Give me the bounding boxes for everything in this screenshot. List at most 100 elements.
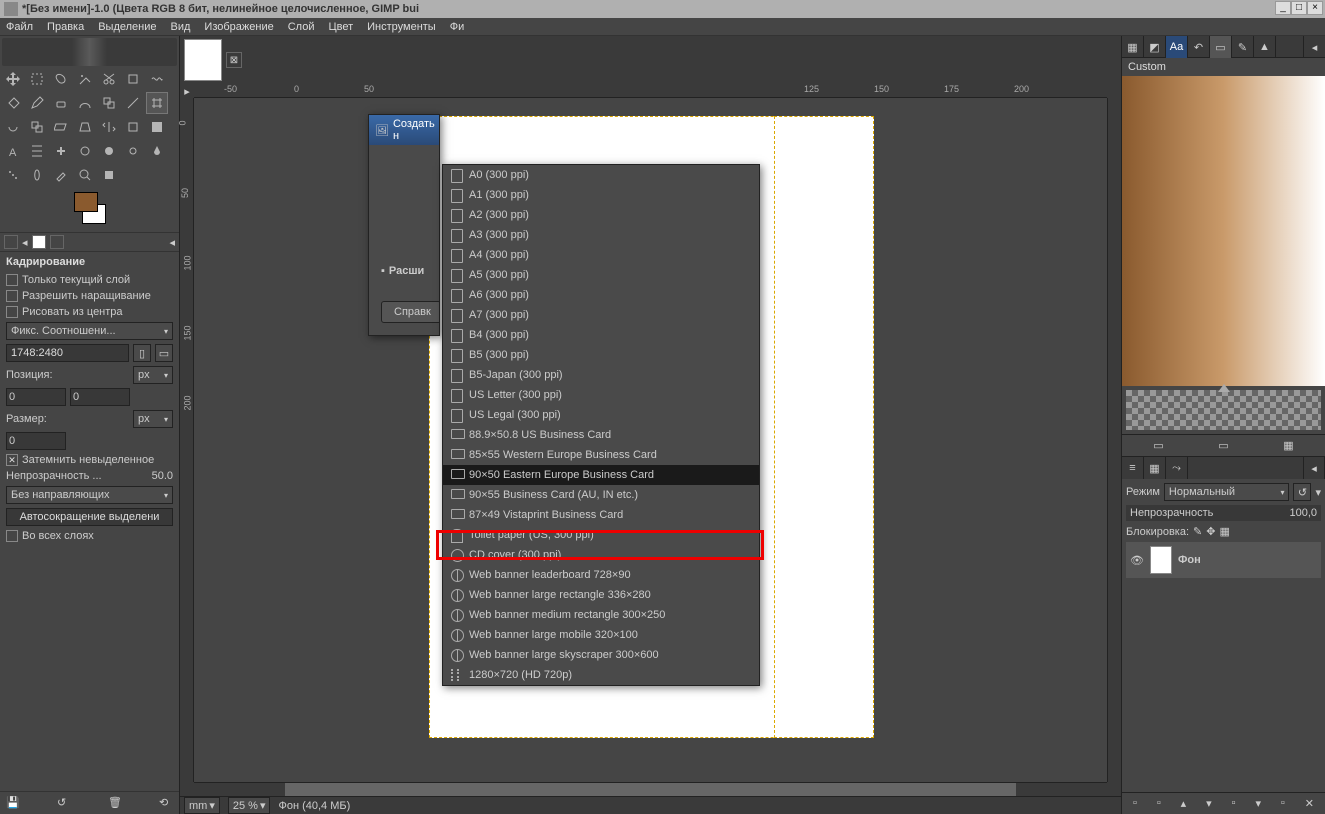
tool-text[interactable]: A: [2, 140, 24, 162]
tab-gradients[interactable]: ▭: [1210, 36, 1232, 58]
tab-images[interactable]: [50, 235, 64, 249]
tool-measure[interactable]: [122, 92, 144, 114]
template-item[interactable]: Web banner medium rectangle 300×250: [443, 605, 759, 625]
val-opacity[interactable]: 50.0: [152, 470, 173, 482]
ruler-corner[interactable]: ▸: [180, 84, 194, 98]
template-item[interactable]: A6 (300 ppi): [443, 285, 759, 305]
scrollbar-vertical[interactable]: [1107, 98, 1121, 782]
tool-airbrush[interactable]: [2, 164, 24, 186]
tab-menu-top[interactable]: ◂: [1303, 36, 1325, 58]
tool-dodge[interactable]: [122, 140, 144, 162]
template-item[interactable]: Web banner large mobile 320×100: [443, 625, 759, 645]
layer-merge-icon[interactable]: ▾: [1255, 797, 1261, 810]
tab-fonts[interactable]: Aa: [1166, 36, 1188, 58]
input-pos-x[interactable]: 0: [6, 388, 66, 406]
menu-image[interactable]: Изображение: [204, 21, 273, 33]
tool-zoom[interactable]: [74, 164, 96, 186]
nav-preview-icon[interactable]: [1107, 782, 1121, 796]
ruler-vertical[interactable]: 0 50 100 150 200: [180, 98, 194, 782]
scrollbar-horizontal[interactable]: [194, 782, 1107, 796]
tool-heal[interactable]: [50, 140, 72, 162]
template-item[interactable]: Web banner leaderboard 728×90: [443, 565, 759, 585]
btn-autoshrink[interactable]: Автосокращение выделени: [6, 508, 173, 526]
tool-bucket[interactable]: [2, 92, 24, 114]
chk-draw-center[interactable]: [6, 306, 18, 318]
template-item[interactable]: US Letter (300 ppi): [443, 385, 759, 405]
template-item[interactable]: B5 (300 ppi): [443, 345, 759, 365]
template-item[interactable]: 88.9×50.8 US Business Card: [443, 425, 759, 445]
chk-all-layers[interactable]: [6, 530, 18, 542]
menu-layer[interactable]: Слой: [288, 21, 315, 33]
template-item[interactable]: 87×49 Vistaprint Business Card: [443, 505, 759, 525]
close-button[interactable]: ×: [1307, 1, 1323, 15]
template-item[interactable]: 90×50 Eastern Europe Business Card: [443, 465, 759, 485]
tool-crop[interactable]: [146, 92, 168, 114]
dd-fixed-aspect[interactable]: Фикс. Соотношени...▾: [6, 322, 173, 340]
tab-paths[interactable]: ⤳: [1166, 457, 1188, 479]
tab-patterns[interactable]: ◩: [1144, 36, 1166, 58]
tool-align[interactable]: [26, 140, 48, 162]
tool-ink[interactable]: [146, 140, 168, 162]
tool-flip[interactable]: [98, 116, 120, 138]
minimize-button[interactable]: _: [1275, 1, 1291, 15]
template-item[interactable]: A1 (300 ppi): [443, 185, 759, 205]
tab-history[interactable]: ↶: [1188, 36, 1210, 58]
tool-move[interactable]: [2, 68, 24, 90]
template-item[interactable]: US Legal (300 ppi): [443, 405, 759, 425]
menu-color[interactable]: Цвет: [328, 21, 353, 33]
tab-layers[interactable]: ≡: [1122, 457, 1144, 479]
tool-warp[interactable]: [146, 68, 168, 90]
tool-transform[interactable]: [122, 68, 144, 90]
maximize-button[interactable]: □: [1291, 1, 1307, 15]
btn-mode-reset[interactable]: ↺: [1293, 483, 1311, 501]
template-item[interactable]: Web banner large rectangle 336×280: [443, 585, 759, 605]
layer-visibility-icon[interactable]: 👁: [1130, 554, 1144, 567]
template-item[interactable]: A0 (300 ppi): [443, 165, 759, 185]
layer-new-icon[interactable]: ▫: [1133, 797, 1137, 810]
template-item[interactable]: B4 (300 ppi): [443, 325, 759, 345]
template-item[interactable]: Web banner large skyscraper 300×600: [443, 645, 759, 665]
tool-foreground[interactable]: [98, 164, 120, 186]
tool-path[interactable]: [74, 92, 96, 114]
tool-blur[interactable]: [98, 140, 120, 162]
tool-extra2[interactable]: [146, 164, 168, 186]
btn-portrait[interactable]: ▯: [133, 344, 151, 362]
template-item[interactable]: A4 (300 ppi): [443, 245, 759, 265]
tool-perspective[interactable]: [74, 116, 96, 138]
tab-paint[interactable]: ✎: [1232, 36, 1254, 58]
val-layer-opacity[interactable]: 100,0: [1289, 507, 1317, 519]
grad-dup-icon[interactable]: ▦: [1283, 439, 1293, 452]
tool-rotate[interactable]: [2, 116, 24, 138]
tool-rect-select[interactable]: [26, 68, 48, 90]
menu-edit[interactable]: Правка: [47, 21, 84, 33]
tab-options[interactable]: [4, 235, 18, 249]
layer-dup-icon[interactable]: ▫: [1232, 797, 1236, 810]
btn-landscape[interactable]: ▭: [155, 344, 173, 362]
tool-color-picker[interactable]: [50, 164, 72, 186]
layer-delete-icon[interactable]: ✕: [1305, 797, 1314, 810]
grad-edit-icon[interactable]: ▭: [1153, 439, 1163, 452]
menu-tools[interactable]: Инструменты: [367, 21, 436, 33]
tool-shear[interactable]: [50, 116, 72, 138]
save-preset-icon[interactable]: 💾: [6, 796, 20, 810]
chk-darken[interactable]: [6, 454, 18, 466]
status-zoom[interactable]: 25 %▾: [228, 797, 271, 814]
input-aspect[interactable]: 1748:2480: [6, 344, 129, 362]
template-item[interactable]: A3 (300 ppi): [443, 225, 759, 245]
menu-file[interactable]: Файл: [6, 21, 33, 33]
tool-scale[interactable]: [26, 116, 48, 138]
layer-group-icon[interactable]: ▫: [1157, 797, 1161, 810]
template-item[interactable]: A7 (300 ppi): [443, 305, 759, 325]
tab-brushes[interactable]: ▦: [1122, 36, 1144, 58]
chk-allow-grow[interactable]: [6, 290, 18, 302]
tool-mypaint[interactable]: [26, 164, 48, 186]
dd-size-unit[interactable]: px▾: [133, 410, 173, 428]
tool-extra1[interactable]: [122, 164, 144, 186]
fg-color[interactable]: [74, 192, 98, 212]
tool-smudge[interactable]: [74, 140, 96, 162]
menu-select[interactable]: Выделение: [98, 21, 156, 33]
restore-preset-icon[interactable]: ↺: [57, 796, 71, 810]
delete-preset-icon[interactable]: 🗑: [108, 796, 122, 810]
status-unit[interactable]: mm▾: [184, 797, 220, 814]
template-item[interactable]: B5-Japan (300 ppi): [443, 365, 759, 385]
